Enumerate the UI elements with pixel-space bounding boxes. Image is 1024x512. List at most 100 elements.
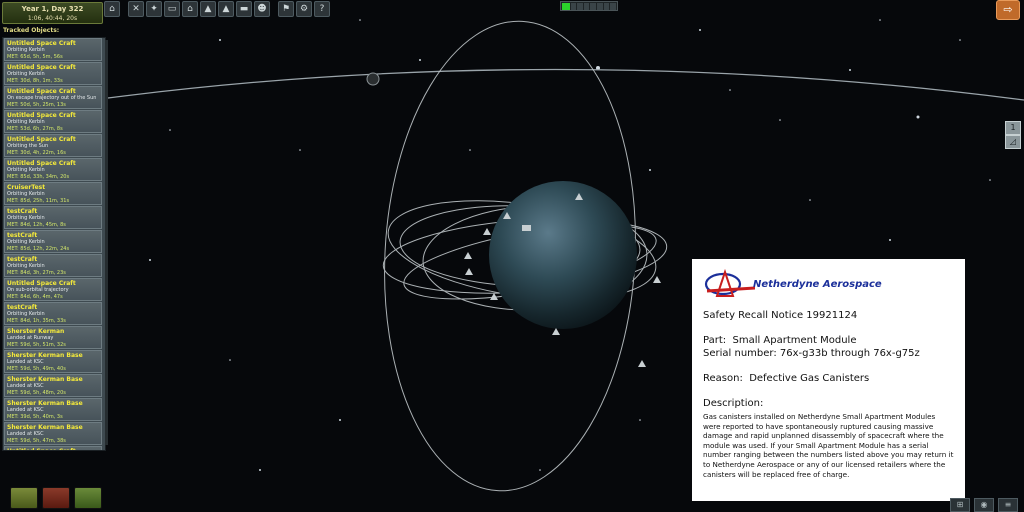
- tracked-item[interactable]: Untitled Space Craft On sub-orbital traje…: [4, 278, 102, 301]
- tracked-item-met: MET: 59d, 5h, 49m, 40s: [7, 366, 66, 372]
- tracked-item-status: Orbiting Kerbin: [7, 119, 45, 125]
- home-icon[interactable]: ⌂: [104, 0, 120, 17]
- flag-icon[interactable]: ⚑: [278, 0, 294, 17]
- tracked-item-name: CruiserTest: [7, 184, 46, 191]
- tracked-item-met: MET: 30d, 4h, 22m, 16s: [7, 150, 66, 156]
- tracked-item-name: Sherster Kerman Base: [7, 424, 83, 431]
- menu-icon[interactable]: ≡: [998, 498, 1018, 512]
- eva-icon[interactable]: ☻: [254, 0, 270, 17]
- mun-body: [366, 72, 380, 86]
- tracked-item-status: Landed at KSC: [7, 407, 44, 413]
- company-name: Netherdyne Aerospace: [753, 278, 882, 290]
- tracked-item[interactable]: Untitled Space CraftOrbiting KerbinMET: …: [4, 110, 102, 133]
- tracked-item[interactable]: Sherster Kerman Base Landed at KSC MET: 59…: [4, 350, 102, 373]
- tracked-item-status: Orbiting the Sun: [7, 143, 49, 149]
- tracked-item-name: Sherster Kerman Base: [7, 400, 83, 407]
- time-warp-indicator[interactable]: [560, 1, 618, 11]
- terminate-vessel-button[interactable]: [42, 487, 70, 509]
- tracked-item-name: testCraft: [7, 208, 38, 215]
- kerbin-planet: [489, 181, 637, 329]
- tracked-item-name: testCraft: [7, 232, 38, 239]
- time-label: 1:06, 40:44, 20s: [27, 15, 78, 22]
- tracked-item-met: MET: 84d, 6h, 4m, 47s: [7, 294, 63, 300]
- tracked-item-name: Sherster Kerman Base: [7, 352, 83, 359]
- tracked-item-met: MET: 84d, 3h, 27m, 23s: [7, 270, 66, 276]
- tracked-item-name: Sherster Kerman: [7, 328, 65, 335]
- debris-icon[interactable]: ✕: [128, 0, 144, 17]
- tracked-objects-header: Tracked Objects:: [3, 27, 60, 34]
- tracked-item-status: Orbiting Kerbin: [7, 239, 45, 245]
- tracked-item[interactable]: Sherster Kerman Base Landed at KSC MET: 39…: [4, 398, 102, 421]
- tracked-item-met: MET: 85d, 33h, 34m, 20s: [7, 174, 70, 180]
- view-toggle-icon[interactable]: ◿: [1005, 135, 1021, 149]
- tracked-item-status: On escape trajectory out of the Sun: [7, 95, 97, 101]
- tracked-item[interactable]: Sherster Kerman Base Landed at KSC MET: 59…: [4, 422, 102, 445]
- notice-title: Safety Recall Notice 19921124: [703, 310, 858, 321]
- settings-icon[interactable]: ⚙: [296, 0, 312, 17]
- exit-icon[interactable]: ⇨: [996, 0, 1020, 20]
- tracked-item-status: Landed at KSC: [7, 383, 44, 389]
- tracked-item[interactable]: testCraft Orbiting Kerbin MET: 84d, 1h, 35…: [4, 302, 102, 325]
- fly-vessel-button[interactable]: [74, 487, 102, 509]
- tracked-item-name: testCraft: [7, 256, 38, 263]
- rover-icon[interactable]: ▭: [164, 0, 180, 17]
- tracked-item[interactable]: Sherster Kerman Base Landed at KSC MET: 59…: [4, 374, 102, 397]
- play-icon: [562, 3, 570, 10]
- base-icon[interactable]: ▬: [236, 0, 252, 17]
- tracked-item-status: Landed at KSC: [7, 359, 44, 365]
- ship-icon[interactable]: ▲: [200, 0, 216, 17]
- tracked-item-status: Orbiting Kerbin: [7, 215, 45, 221]
- tracked-item-met: MET: 59d, 5h, 51m, 32s: [7, 342, 66, 348]
- tracked-item[interactable]: Untitled Space CraftOrbiting KerbinMET: …: [4, 38, 102, 61]
- station-icon[interactable]: ▲: [218, 0, 234, 17]
- antenna-icon[interactable]: ◉: [974, 498, 994, 512]
- tracked-item-name: Untitled Space Craft: [7, 112, 76, 119]
- tracked-item[interactable]: testCraft Orbiting Kerbin MET: 85d, 12h, 2…: [4, 230, 102, 253]
- tracked-item[interactable]: testCraft Orbiting Kerbin MET: 84d, 3h, 27…: [4, 254, 102, 277]
- probe-icon[interactable]: ✦: [146, 0, 162, 17]
- tracked-item-status: Orbiting Kerbin: [7, 311, 45, 317]
- tracked-item[interactable]: Untitled Space CraftOrbiting KerbinMET: …: [4, 158, 102, 181]
- tracked-item-status: Orbiting Kerbin: [7, 191, 45, 197]
- tracked-objects-list[interactable]: Untitled Space Craft Orbiting Kerbin MET: …: [2, 37, 106, 451]
- tracked-item-met: MET: 84d, 1h, 35m, 33s: [7, 318, 66, 324]
- date-label: Year 1, Day 322: [21, 5, 84, 13]
- part-value: Small Apartment Module: [732, 335, 857, 346]
- tracked-item-status: Landed at KSC: [7, 431, 44, 437]
- tracked-item-status: Orbiting Kerbin: [7, 71, 45, 77]
- tracked-item[interactable]: Untitled Space Craft Orbiting the Sun MET:…: [4, 134, 102, 157]
- recover-vessel-button[interactable]: [10, 487, 38, 509]
- tracked-item[interactable]: Untitled Space CraftOrbiting KerbinMET: …: [4, 446, 102, 450]
- tracked-item[interactable]: CruiserTest Orbiting Kerbin MET: 85d, 25h,…: [4, 182, 102, 205]
- serial-label: Serial number:: [703, 348, 777, 359]
- tracked-item[interactable]: Untitled Space Craft On escape trajectory…: [4, 86, 102, 109]
- netherdyne-logo-icon: [704, 268, 755, 297]
- description-label: Description:: [703, 398, 764, 409]
- tracked-item-name: Sherster Kerman Base: [7, 376, 83, 383]
- tracked-item-name: Untitled Space Craft: [7, 40, 76, 47]
- tracked-item-status: On sub-orbital trajectory: [7, 287, 69, 293]
- tracked-item-met: MET: 59d, 5h, 48m, 20s: [7, 390, 66, 396]
- reason-label: Reason:: [703, 373, 743, 384]
- tracked-item-met: MET: 53d, 6h, 27m, 8s: [7, 126, 63, 132]
- tracked-item-met: MET: 85d, 12h, 22m, 24s: [7, 246, 70, 252]
- description-text: Gas canisters installed on Netherdyne Sm…: [703, 412, 954, 479]
- tracked-item-status: Landed at Runway: [7, 335, 54, 341]
- tracked-item-name: testCraft: [7, 304, 38, 311]
- tracked-item[interactable]: Untitled Space CraftOrbiting KerbinMET: …: [4, 62, 102, 85]
- tracked-list-scrollbar[interactable]: [105, 40, 108, 445]
- zoom-1-button[interactable]: 1: [1005, 121, 1021, 135]
- lander-icon[interactable]: ⌂: [182, 0, 198, 17]
- tracked-item-met: MET: 30d, 8h, 1m, 33s: [7, 78, 63, 84]
- tracked-item-status: Orbiting Kerbin: [7, 263, 45, 269]
- tracked-item-met: MET: 85d, 25h, 11m, 31s: [7, 198, 70, 204]
- help-icon[interactable]: ?: [314, 0, 330, 17]
- tracked-item[interactable]: testCraft Orbiting Kerbin MET: 84d, 12h, 4…: [4, 206, 102, 229]
- tracked-item-name: Untitled Space Craft: [7, 448, 99, 450]
- tracked-item-status: Orbiting Kerbin: [7, 167, 45, 173]
- tracked-item[interactable]: Sherster Kerman Landed at Runway MET: 59d,…: [4, 326, 102, 349]
- tracked-item-met: MET: 59d, 5h, 47m, 38s: [7, 438, 66, 444]
- date-panel: Year 1, Day 322 1:06, 40:44, 20s: [2, 2, 103, 24]
- navball-icon[interactable]: ⊞: [950, 498, 970, 512]
- part-label: Part:: [703, 335, 727, 346]
